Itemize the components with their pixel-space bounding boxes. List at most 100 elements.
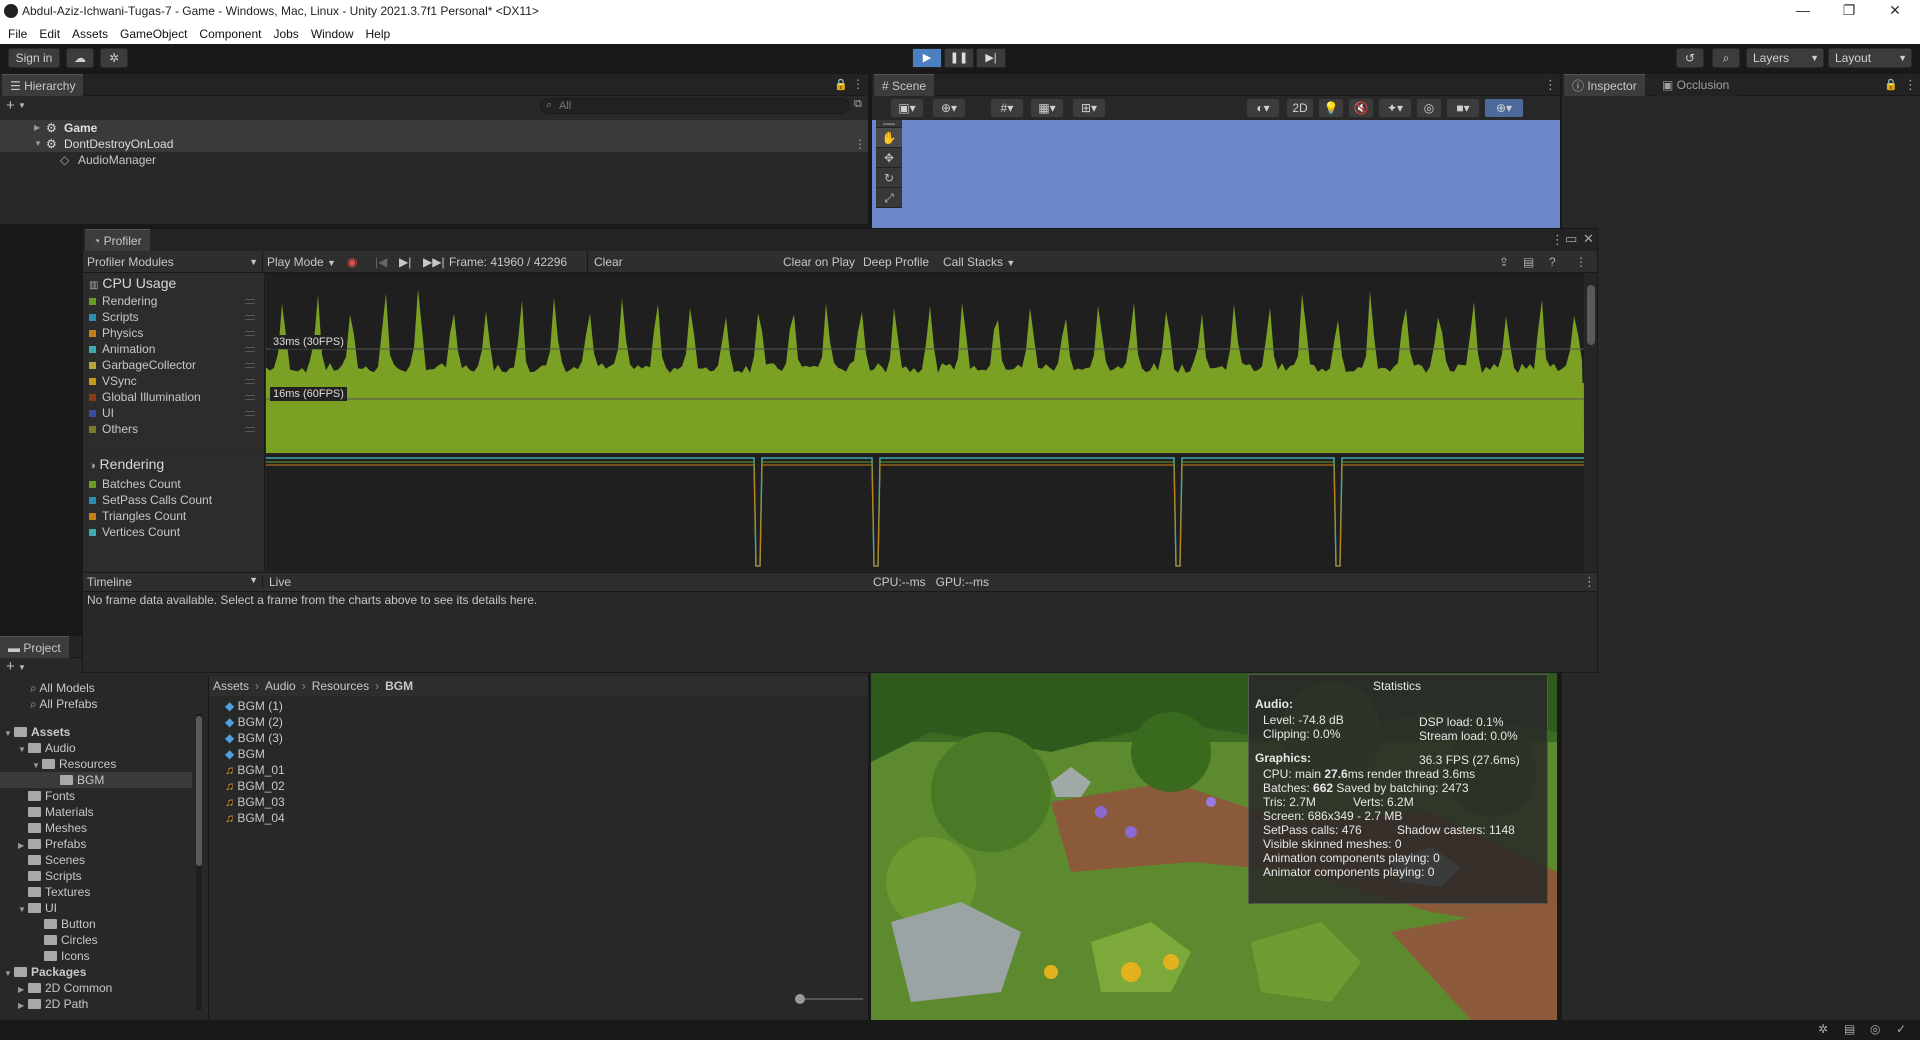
rotate-tool-icon[interactable]: ↻ [876, 168, 902, 188]
gizmos-icon[interactable]: ⊕▾ [1484, 98, 1524, 118]
tree-item-ui[interactable]: ▼ UI [18, 900, 57, 916]
cloud-icon[interactable]: ☁ [66, 48, 94, 68]
rendering-chart[interactable] [266, 454, 1584, 571]
overlay-handle[interactable]: — [876, 117, 902, 129]
lock-icon[interactable]: 🔒 [1884, 78, 1898, 91]
favorite-item[interactable]: ⌕ All Models [30, 680, 95, 696]
legend-scripts[interactable]: Scripts [89, 309, 259, 325]
tab-occlusion[interactable]: ▣ Occlusion [1654, 74, 1738, 96]
tab-project[interactable]: ▬ Project [0, 636, 69, 658]
hierarchy-row-game[interactable]: ▶ ⚙ Game [0, 120, 868, 136]
close-icon[interactable]: ✕ [1583, 231, 1594, 247]
tab-inspector[interactable]: ⓘ Inspector [1564, 74, 1645, 96]
progress-icon[interactable]: ◎ [1870, 1022, 1880, 1036]
tree-item-2d-common[interactable]: ▶ 2D Common [18, 980, 112, 996]
collapse-arrow-icon[interactable]: ▼ [4, 726, 14, 742]
more-icon[interactable]: ⋮ [1575, 251, 1587, 273]
collapse-arrow-icon[interactable]: ▼ [18, 742, 28, 758]
tree-scrollbar[interactable] [196, 714, 202, 1010]
tree-item-packages[interactable]: ▼ Packages [4, 964, 86, 980]
clear-button[interactable]: Clear [587, 251, 623, 273]
cpu-module-legend[interactable]: ▥ CPU Usage Rendering Scripts Physics An… [83, 273, 265, 453]
more-icon[interactable]: ⋮ [852, 77, 864, 91]
timeline-dropdown[interactable]: Timeline ▼ [87, 575, 263, 589]
call-stacks-dropdown[interactable]: Call Stacks ▼ [943, 251, 1015, 273]
profiler-modules-dropdown[interactable]: Profiler Modules ▼ [87, 251, 263, 273]
more-icon[interactable]: ⋮ [1904, 77, 1917, 93]
breadcrumb-item[interactable]: Audio [265, 679, 296, 693]
tree-item-fonts[interactable]: Fonts [28, 788, 75, 804]
effects-icon[interactable]: ✦▾ [1378, 98, 1412, 118]
legend-batches-count[interactable]: Batches Count [89, 476, 181, 492]
collapse-arrow-icon[interactable]: ▼ [4, 966, 14, 982]
legend-garbagecollector[interactable]: GarbageCollector [89, 357, 259, 373]
camera-icon[interactable]: ■▾ [1446, 98, 1480, 118]
breadcrumb-item[interactable]: Resources [312, 679, 369, 693]
layers-dropdown[interactable]: Layers ▼ [1746, 48, 1824, 68]
tree-item-scripts[interactable]: Scripts [28, 868, 82, 884]
chevron-down-icon[interactable]: ▼ [18, 663, 26, 672]
file-item[interactable]: ◆ BGM (1) [225, 698, 283, 714]
file-item[interactable]: ◆ BGM (3) [225, 730, 283, 746]
tree-item-assets[interactable]: ▼ Assets [4, 724, 70, 740]
menu-window[interactable]: Window [311, 24, 354, 44]
file-item[interactable]: ♫ BGM_02 [225, 778, 285, 794]
collapse-arrow-icon[interactable]: ▼ [34, 136, 42, 152]
more-icon[interactable]: ⋮ [1583, 574, 1596, 590]
tab-profiler[interactable]: ◔ Profiler [85, 229, 150, 251]
save-icon[interactable]: ▤ [1523, 251, 1534, 273]
more-icon[interactable]: ⋮ [1544, 77, 1557, 93]
play-mode-dropdown[interactable]: Play Mode ▼ [267, 251, 336, 273]
tree-item-icons[interactable]: Icons [44, 948, 90, 964]
legend-vertices-count[interactable]: Vertices Count [89, 524, 180, 540]
layout-dropdown[interactable]: Layout ▼ [1828, 48, 1912, 68]
tree-item-textures[interactable]: Textures [28, 884, 90, 900]
add-icon[interactable]: + [6, 658, 15, 675]
expand-arrow-icon[interactable]: ▶ [18, 838, 28, 854]
tree-item-scenes[interactable]: Scenes [28, 852, 85, 868]
menu-file[interactable]: File [8, 24, 27, 44]
tree-item-meshes[interactable]: Meshes [28, 820, 87, 836]
check-icon[interactable]: ✓ [1896, 1022, 1906, 1036]
tree-item-circles[interactable]: Circles [44, 932, 98, 948]
global-icon[interactable]: ⊕▾ [932, 98, 966, 118]
menu-edit[interactable]: Edit [39, 24, 60, 44]
scale-tool-icon[interactable]: ⤢ [876, 188, 902, 208]
scene-visibility-icon[interactable]: ⧉ [854, 98, 862, 111]
file-item[interactable]: ♫ BGM_01 [225, 762, 285, 778]
sign-in-button[interactable]: Sign in [8, 48, 60, 68]
file-item[interactable]: ♫ BGM_04 [225, 810, 285, 826]
legend-others[interactable]: Others [89, 421, 259, 437]
close-window-button[interactable]: ✕ [1872, 2, 1918, 22]
menu-assets[interactable]: Assets [72, 24, 108, 44]
hierarchy-row-audiomanager[interactable]: ◇ AudioManager [0, 152, 868, 168]
deep-profile-button[interactable]: Deep Profile [863, 251, 929, 273]
lock-icon[interactable]: 🔒 [834, 78, 848, 91]
record-icon[interactable]: ◉ [347, 251, 357, 273]
hand-tool-icon[interactable]: ✋ [876, 128, 902, 148]
grid-icon[interactable]: ▦▾ [1030, 98, 1064, 118]
chevron-down-icon[interactable]: ▼ [18, 101, 26, 110]
maximize-icon[interactable]: ▭ [1565, 231, 1577, 247]
more-icon[interactable]: ⋮ [854, 136, 866, 152]
menu-gameobject[interactable]: GameObject [120, 24, 187, 44]
legend-animation[interactable]: Animation [89, 341, 259, 357]
minimize-button[interactable]: — [1780, 2, 1826, 22]
menu-jobs[interactable]: Jobs [273, 24, 298, 44]
tree-item-button[interactable]: Button [44, 916, 96, 932]
play-button[interactable]: ▶ [912, 48, 942, 68]
tab-scene[interactable]: # Scene [874, 74, 935, 96]
increment-snap-icon[interactable]: ⊞▾ [1072, 98, 1106, 118]
tree-item-2d-path[interactable]: ▶ 2D Path [18, 996, 88, 1012]
grid-snap-icon[interactable]: #▾ [990, 98, 1024, 118]
legend-setpass-calls-count[interactable]: SetPass Calls Count [89, 492, 212, 508]
legend-vsync[interactable]: VSync [89, 373, 259, 389]
cache-icon[interactable]: ▤ [1844, 1022, 1855, 1036]
menu-help[interactable]: Help [366, 24, 391, 44]
next-frame-icon[interactable]: ▶| [399, 251, 411, 273]
legend-global-illumination[interactable]: Global Illumination [89, 389, 259, 405]
tree-item-audio[interactable]: ▼ Audio [18, 740, 76, 756]
hierarchy-row-dontdestroyonload[interactable]: ▼ ⚙ DontDestroyOnLoad ⋮ [0, 136, 868, 152]
icon-size-slider[interactable] [795, 994, 863, 1004]
legend-physics[interactable]: Physics [89, 325, 259, 341]
